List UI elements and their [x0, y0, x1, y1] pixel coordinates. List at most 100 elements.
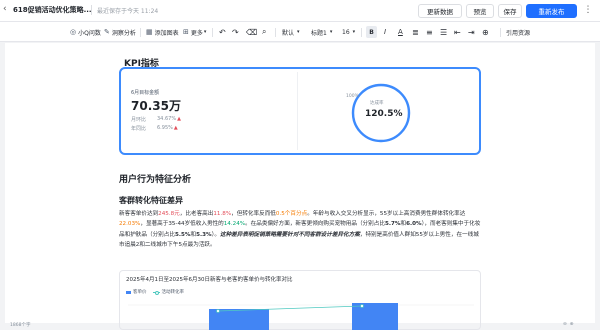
insight-analysis-label: 洞察分析	[111, 29, 136, 37]
metric-value: 70.35万	[131, 99, 181, 113]
republish-button[interactable]: 重新发布	[526, 4, 577, 18]
paragraph-segment: 。在品类偏好方面，新客更倾向购买宠物用品（分别占比	[245, 221, 385, 228]
document-content: KPI指标 6月目标金额 70.35万 月环比 34.67%▲ 年同比 6.95…	[119, 43, 483, 330]
ordered-list-button[interactable]: ☰	[440, 26, 447, 38]
reference-resources-button[interactable]: 引用资源	[506, 26, 530, 38]
clear-format-button[interactable]: ⌫	[246, 26, 257, 38]
paragraph-segment: 11.8%	[213, 211, 232, 217]
add-chart-button[interactable]: ▦ 添加图表	[146, 26, 179, 38]
zoom-out-icon[interactable]: ⊖	[563, 322, 567, 327]
paragraph-segment: ，但转化率反而低	[231, 211, 276, 217]
document-title[interactable]: 618促销活动优化策略...	[13, 5, 92, 15]
analysis-paragraph[interactable]: 新客客单价达到245.8元，比老客高出11.8%，但转化率反而低0.5个百分点。…	[119, 209, 481, 251]
metric-label: 6月目标金额	[131, 90, 160, 96]
font-size-select[interactable]: 16 ▾	[342, 26, 355, 38]
up-arrow-icon: ▲	[173, 125, 178, 131]
grid-icon: ⊞	[183, 28, 189, 36]
paragraph-segment: 这种差异表明促销策略需要针对不同客群设计差异化方案	[219, 231, 360, 238]
mom-label: 月环比	[131, 117, 147, 123]
kpi-card[interactable]: 6月目标金额 70.35万 月环比 34.67%▲ 年同比 6.95%▲ 100…	[119, 67, 481, 155]
toolbar-divider	[361, 28, 362, 37]
save-button[interactable]: 保存	[498, 4, 522, 18]
paragraph-segment: ）。	[211, 231, 220, 238]
add-chart-label: 添加图表	[154, 29, 179, 37]
kpi-metric-panel: 6月目标金额 70.35万 月环比 34.67%▲ 年同比 6.95%▲	[125, 72, 298, 150]
mom-value-group: 34.67%▲	[157, 116, 181, 122]
document-page[interactable]: KPI指标 6月目标金额 70.35万 月环比 34.67%▲ 年同比 6.95…	[5, 43, 595, 330]
more-options-icon[interactable]: ⋮	[581, 5, 595, 17]
line-point	[216, 309, 220, 313]
toolbar-divider	[140, 28, 141, 37]
mom-value: 34.67%	[157, 116, 177, 122]
style-select[interactable]: 默认 ▾	[282, 26, 300, 38]
section-heading: 用户行为特征分析	[119, 175, 192, 185]
refresh-data-button[interactable]: 更新数据	[418, 4, 462, 18]
paragraph-segment: 14.24%	[223, 221, 246, 228]
paragraph-segment: 新客客单价达到	[119, 211, 159, 217]
yoy-label: 年同比	[131, 126, 147, 132]
undo-button[interactable]: ↶	[219, 26, 226, 38]
paragraph-segment: 5.7%	[384, 221, 401, 228]
more-menu-button[interactable]: ⊞ 更多 ▾	[183, 26, 206, 38]
preview-button[interactable]: 预览	[466, 4, 494, 18]
word-count: 1868个字	[10, 323, 31, 328]
back-icon[interactable]: ‹	[3, 4, 7, 14]
heading-select-value: 标题1	[311, 29, 327, 37]
italic-button[interactable]: I	[384, 26, 386, 38]
heading-select[interactable]: 标题1 ▾	[311, 26, 332, 38]
series-line	[217, 305, 363, 312]
chevron-down-icon: ▾	[297, 29, 300, 35]
section-subheading: 客群转化特征差异	[119, 196, 183, 205]
gauge-value: 120.5%	[365, 109, 403, 119]
style-select-value: 默认	[282, 29, 295, 37]
chart-icon: ▦	[146, 28, 153, 36]
editor-toolbar: ◎ 小Q问数 ✎ 洞察分析 ▦ 添加图表 ⊞ 更多 ▾ ↶ ↷ ⌫ ⌕ 默认 ▾…	[0, 22, 600, 42]
pen-icon: ✎	[104, 28, 110, 36]
chevron-down-icon: ▾	[352, 29, 356, 35]
outdent-button[interactable]: ⇤	[454, 26, 461, 38]
comparison-chart[interactable]: 2025年4月1日至2025年6月30日新客与老客的客单价与转化率对比 客单价 …	[119, 270, 481, 330]
chevron-down-icon: ▾	[329, 29, 333, 35]
yoy-row: 年同比 6.95%▲	[131, 125, 178, 132]
down-arrow-icon: ▲	[177, 116, 181, 122]
paragraph-segment: ，比老客高出	[179, 211, 214, 217]
list-button[interactable]: ≡	[426, 26, 433, 38]
font-size-value: 16	[342, 28, 350, 36]
paragraph-segment: 0.5个百分点	[275, 211, 308, 217]
paragraph-segment: 5.3%	[196, 231, 212, 238]
line-point	[360, 304, 364, 308]
find-button[interactable]: ⌕	[262, 26, 266, 38]
toolbar-divider	[275, 28, 276, 37]
paragraph-segment: 6.0%	[406, 221, 422, 228]
yoy-value: 6.95%	[157, 125, 173, 131]
toolbar-divider	[212, 28, 213, 37]
title-divider	[91, 5, 92, 15]
paragraph-segment: 245.8元	[158, 211, 180, 217]
chevron-down-icon: ▾	[203, 29, 207, 35]
insight-analysis-button[interactable]: ✎ 洞察分析	[104, 26, 136, 38]
paragraph-segment: ，显著高于35-44岁低收入男性的	[140, 221, 224, 228]
zoom-in-icon[interactable]: ⊕	[570, 322, 574, 327]
paragraph-segment: 22.03%	[119, 221, 141, 228]
yoy-value-group: 6.95%▲	[157, 125, 178, 131]
bold-button[interactable]: B	[366, 26, 377, 38]
indent-button[interactable]: ⇥	[468, 26, 475, 38]
ask-q-label: 小Q问数	[78, 29, 101, 37]
redo-button[interactable]: ↷	[232, 26, 239, 38]
insert-button[interactable]: ⊕	[482, 26, 489, 38]
ask-q-button[interactable]: ◎ 小Q问数	[70, 26, 101, 38]
ask-q-icon: ◎	[70, 28, 77, 36]
top-bar: ‹ 618促销活动优化策略... 最近保存于今天 11:24 更新数据 预览 保…	[0, 0, 600, 22]
align-button[interactable]: ≣	[412, 26, 419, 38]
font-color-button[interactable]: A	[398, 26, 403, 38]
more-menu-label: 更多	[190, 29, 203, 37]
gauge-label: 达成率	[370, 101, 384, 106]
save-status: 最近保存于今天 11:24	[97, 8, 159, 15]
paragraph-segment: 5.5%	[174, 231, 191, 238]
mom-row: 月环比 34.67%▲	[131, 116, 181, 123]
status-bar: 1868个字 ⊖ ⊕	[0, 322, 600, 330]
gauge-min-label: 100%	[346, 94, 359, 99]
zoom-controls: ⊖ ⊕	[563, 322, 574, 327]
toolbar-divider	[500, 28, 501, 37]
paragraph-segment: 。年龄与收入交叉分析显示，55岁以上高消费男性群体转化率达	[307, 211, 466, 217]
